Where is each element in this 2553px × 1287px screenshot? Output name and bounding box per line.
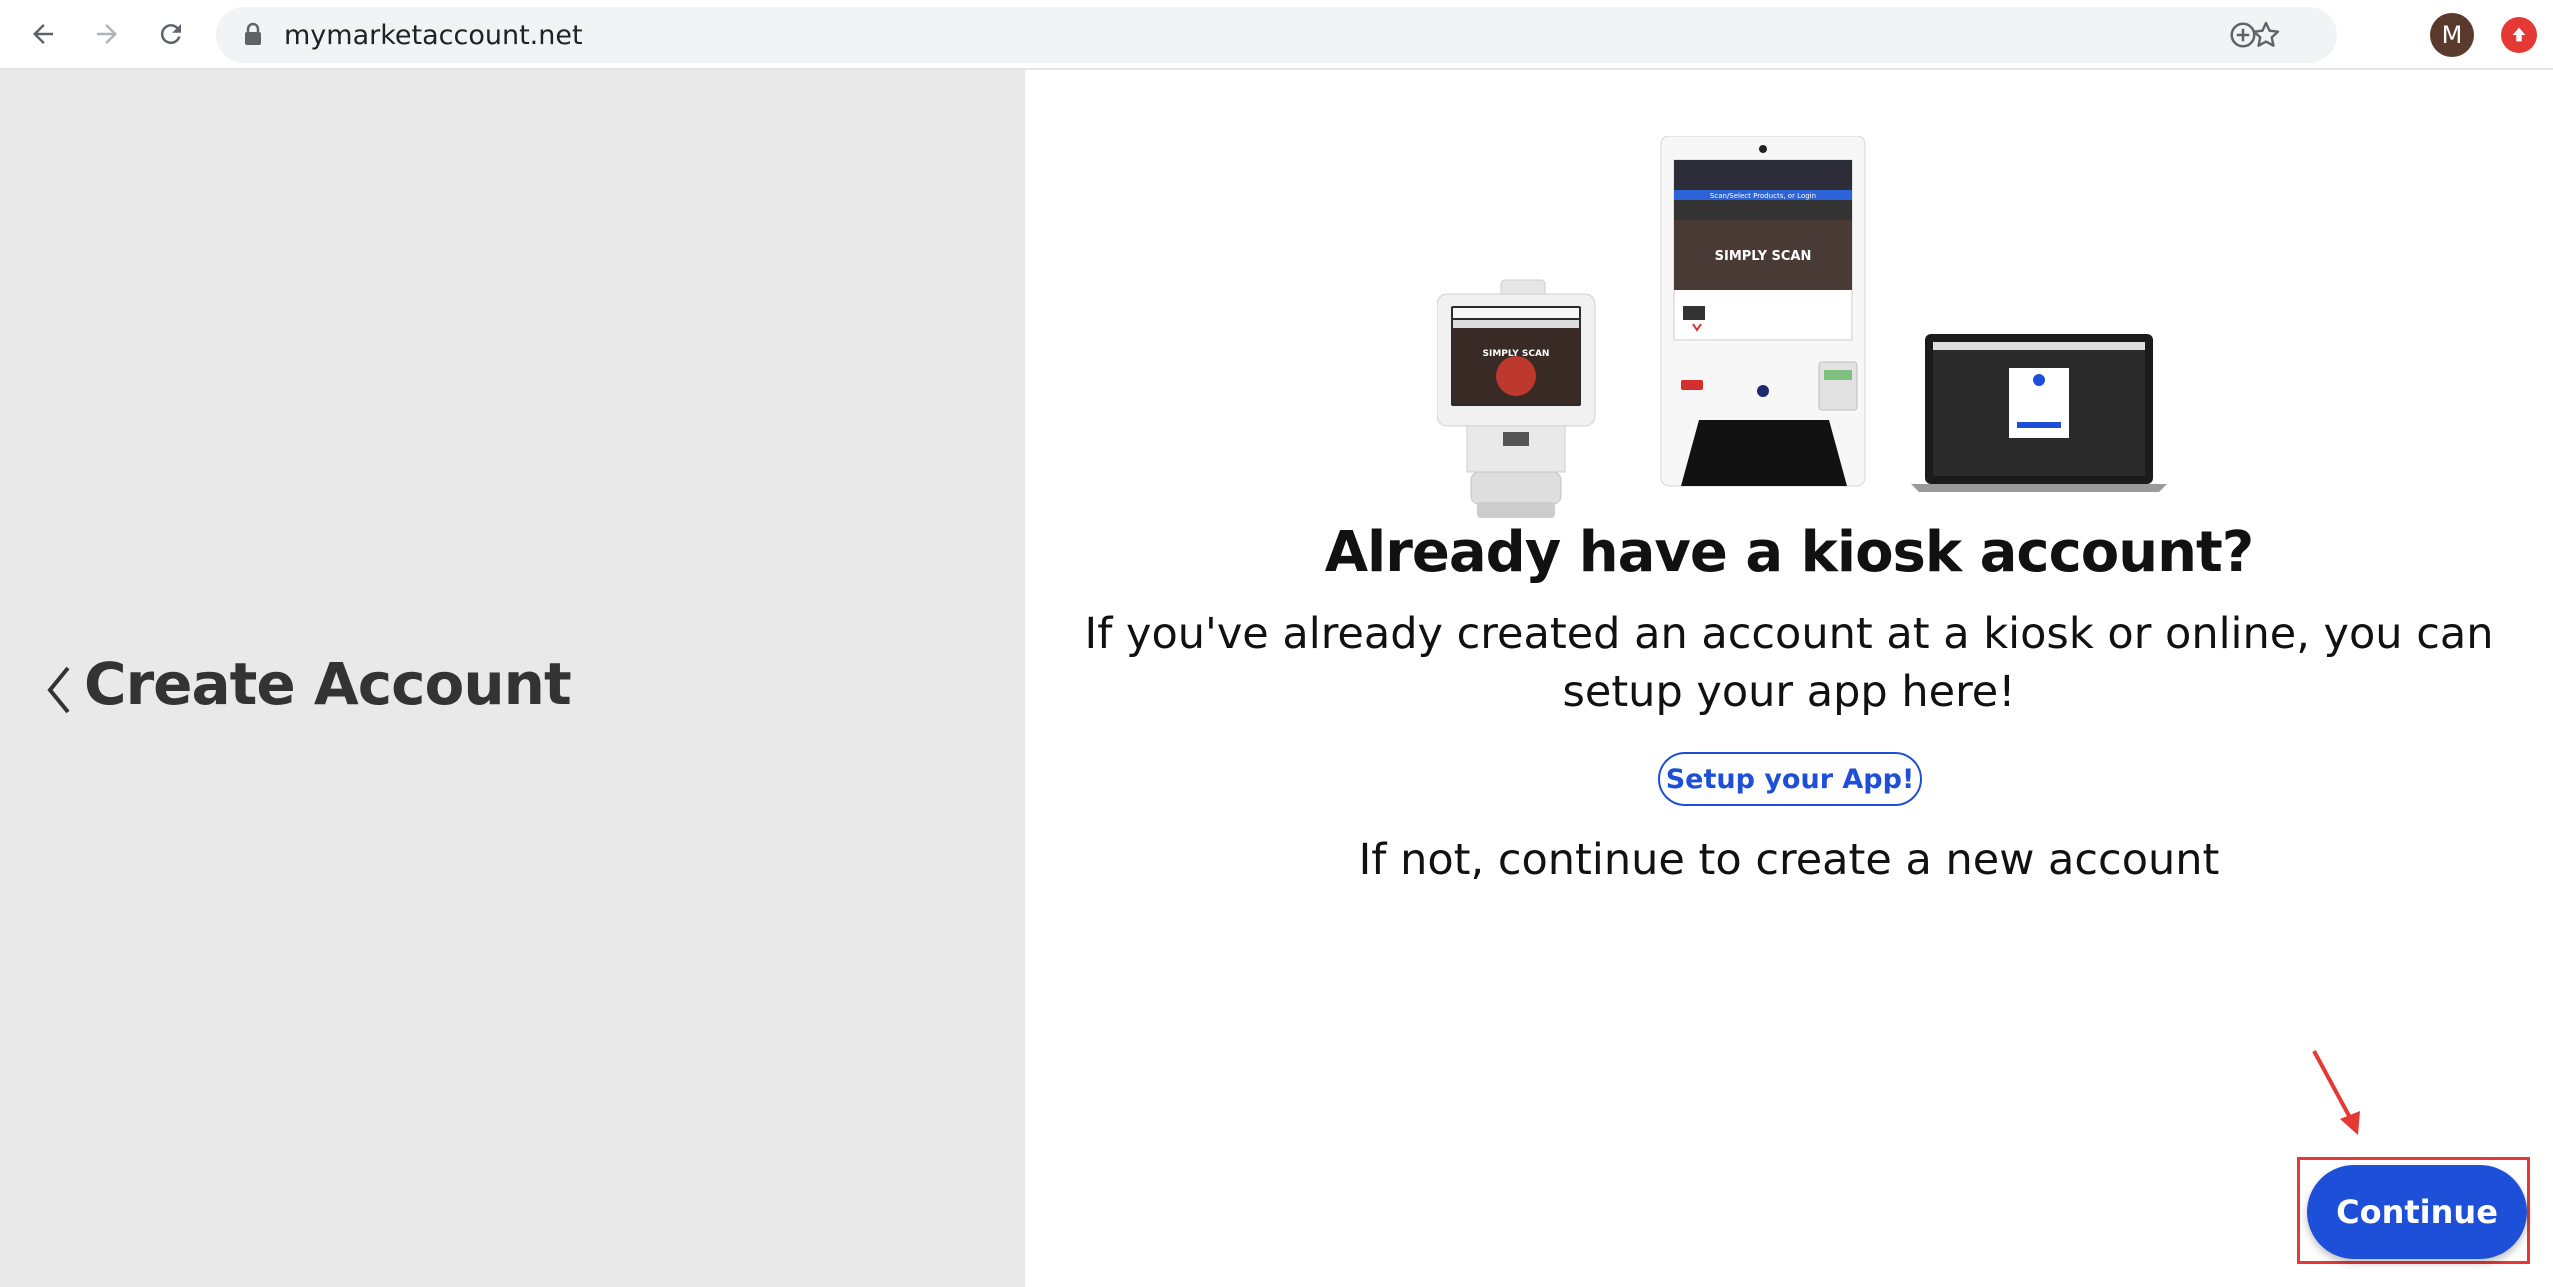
browser-toolbar: mymarketaccount.net M — [0, 0, 2553, 70]
star-icon[interactable] — [2250, 19, 2282, 56]
tablet-kiosk-image: SIMPLY SCAN — [1437, 279, 1596, 518]
description-text: If you've already created an account at … — [1084, 609, 2494, 717]
upload-icon[interactable] — [2501, 17, 2537, 53]
back-arrow-icon[interactable] — [21, 14, 65, 54]
laptop-image — [1911, 334, 2167, 492]
left-panel: Create Account — [0, 70, 1025, 1287]
reload-icon[interactable] — [149, 14, 193, 54]
kiosk-screen-text: SIMPLY SCAN — [1715, 249, 1812, 264]
kiosk-banner-text: Scan/Select Products, or Login — [1710, 192, 1816, 200]
continue-button[interactable]: Continue — [2307, 1165, 2527, 1259]
red-arrow-annotation — [2312, 1050, 2360, 1135]
tall-kiosk-image: Scan/Select Products, or Login SIMPLY SC… — [1660, 136, 1866, 487]
forward-arrow-icon[interactable] — [85, 14, 129, 54]
address-bar[interactable]: mymarketaccount.net — [216, 7, 2337, 63]
profile-avatar[interactable]: M — [2430, 13, 2474, 57]
kiosk-devices-illustration: SIMPLY SCAN Scan/Select Products, or Log… — [1437, 136, 2167, 518]
create-account-prompt: If not, continue to create a new account — [1358, 835, 2220, 885]
url-text: mymarketaccount.net — [284, 20, 583, 51]
lock-icon — [243, 22, 263, 51]
page-title: Create Account — [84, 650, 572, 718]
tablet-screen-text: SIMPLY SCAN — [1483, 349, 1550, 359]
headline: Already have a kiosk account? — [1324, 520, 2255, 585]
setup-app-button[interactable]: Setup your App! — [1658, 752, 1922, 806]
chevron-left-icon[interactable] — [40, 660, 80, 720]
